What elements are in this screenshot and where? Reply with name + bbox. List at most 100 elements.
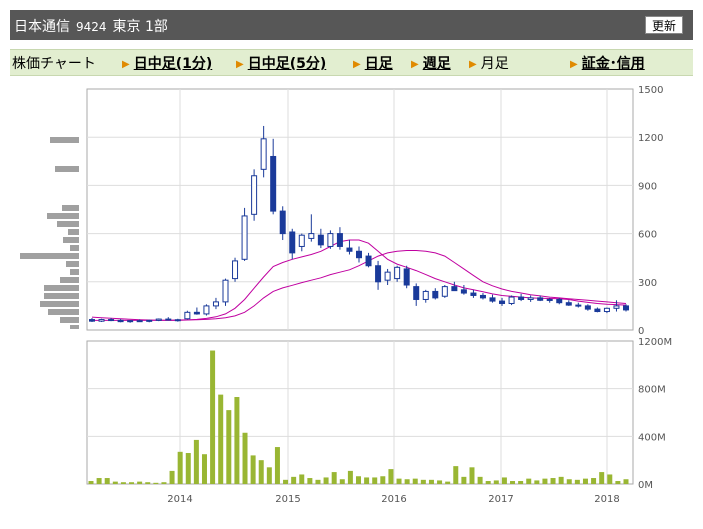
x-tick-label: 2017 xyxy=(488,494,513,505)
candle-body xyxy=(336,233,343,247)
volume-bar xyxy=(372,477,378,484)
candle-body xyxy=(489,297,496,302)
candle-body xyxy=(432,290,439,299)
volume-bar xyxy=(591,478,597,484)
candle-body xyxy=(394,266,401,280)
volume-bar xyxy=(493,480,499,484)
volume-bar xyxy=(485,481,491,484)
x-tick-label: 2018 xyxy=(594,494,619,505)
volume-bar xyxy=(258,460,264,484)
candle-body xyxy=(108,319,115,322)
candle-body xyxy=(127,320,134,323)
price-tick-label: 1200 xyxy=(638,133,663,144)
volume-bar xyxy=(453,466,459,484)
candle-body xyxy=(251,175,258,215)
volume-bar xyxy=(388,469,394,484)
candle-body xyxy=(174,319,181,322)
volume-bar xyxy=(582,478,588,484)
candle-body xyxy=(89,319,95,322)
candle-body xyxy=(117,319,124,323)
volume-tick-label: 0M xyxy=(638,480,653,491)
volume-bar xyxy=(347,470,353,484)
candle-body xyxy=(375,265,382,283)
volume-bar xyxy=(283,479,289,484)
price-tick-label: 900 xyxy=(638,181,657,192)
volume-bar xyxy=(250,455,256,484)
volume-bar xyxy=(218,394,224,484)
price-tick-label: 600 xyxy=(638,230,657,241)
candle-body xyxy=(260,138,267,170)
volume-bar xyxy=(615,481,621,484)
volume-bar xyxy=(129,482,135,484)
candle-body xyxy=(365,255,372,267)
volume-bar xyxy=(396,478,402,484)
volume-bar xyxy=(96,478,102,484)
volume-bar xyxy=(518,481,524,484)
volume-bar xyxy=(299,474,305,484)
candle-body xyxy=(384,271,391,281)
volume-panel xyxy=(86,340,634,485)
volume-bar xyxy=(437,480,443,484)
candle-body xyxy=(193,311,200,315)
candle-body xyxy=(470,292,477,296)
volume-bar xyxy=(266,467,272,484)
candle-body xyxy=(232,260,239,280)
candle-body xyxy=(298,234,305,247)
candle-body xyxy=(575,304,582,307)
price-panel xyxy=(86,88,634,331)
volume-bar xyxy=(420,479,426,484)
candle-body xyxy=(613,305,620,309)
volume-bar xyxy=(607,474,613,484)
volume-tick-label: 1200M xyxy=(638,337,672,348)
volume-bar xyxy=(461,476,467,484)
candle-body xyxy=(623,305,629,311)
candle-body xyxy=(460,289,467,294)
volume-bar xyxy=(145,482,151,484)
volume-bar xyxy=(323,477,329,484)
price-tick-label: 0 xyxy=(638,326,644,337)
volume-bar xyxy=(469,467,475,484)
volume-bar xyxy=(339,479,345,484)
volume-bar xyxy=(558,476,564,484)
volume-bar xyxy=(380,476,386,484)
candle-body xyxy=(98,319,105,322)
candle-body xyxy=(241,215,248,260)
candle-body xyxy=(413,286,420,300)
candle-body xyxy=(270,155,277,212)
candle-body xyxy=(327,233,334,247)
volume-bar xyxy=(331,472,337,484)
candle-body xyxy=(155,318,162,321)
candle-body xyxy=(479,294,486,299)
stock-chart: 1500 1200 900 600 300 01200M 800M 400M 0M 2014 201… xyxy=(20,85,672,505)
price-tick-label: 300 xyxy=(638,278,657,289)
candle-body xyxy=(222,279,229,303)
candle-body xyxy=(346,247,353,252)
volume-bar xyxy=(307,478,313,484)
volume-bar xyxy=(177,451,183,484)
candle-body xyxy=(603,307,610,313)
volume-bar xyxy=(510,481,516,484)
candle-body xyxy=(317,234,324,246)
volume-bar xyxy=(161,482,167,484)
volume-bar xyxy=(226,410,232,484)
candle-body xyxy=(527,297,534,300)
volume-bar xyxy=(566,479,572,484)
x-tick-label: 2016 xyxy=(381,494,406,505)
volume-profile xyxy=(20,137,79,329)
price-tick-label: 1500 xyxy=(638,85,663,96)
candle-body xyxy=(403,268,410,286)
volume-bar xyxy=(210,350,216,484)
volume-bar xyxy=(356,476,361,484)
volume-bar xyxy=(412,478,418,484)
volume-bar xyxy=(242,432,248,484)
volume-bar xyxy=(550,478,556,484)
candle-body xyxy=(556,298,563,304)
volume-bar xyxy=(274,447,280,484)
volume-bar xyxy=(185,453,191,484)
candle-body xyxy=(289,231,296,254)
candle-body xyxy=(451,286,458,292)
candle-body xyxy=(499,300,506,304)
candle-body xyxy=(518,296,525,300)
volume-bar xyxy=(153,482,159,484)
volume-bar xyxy=(315,479,321,484)
